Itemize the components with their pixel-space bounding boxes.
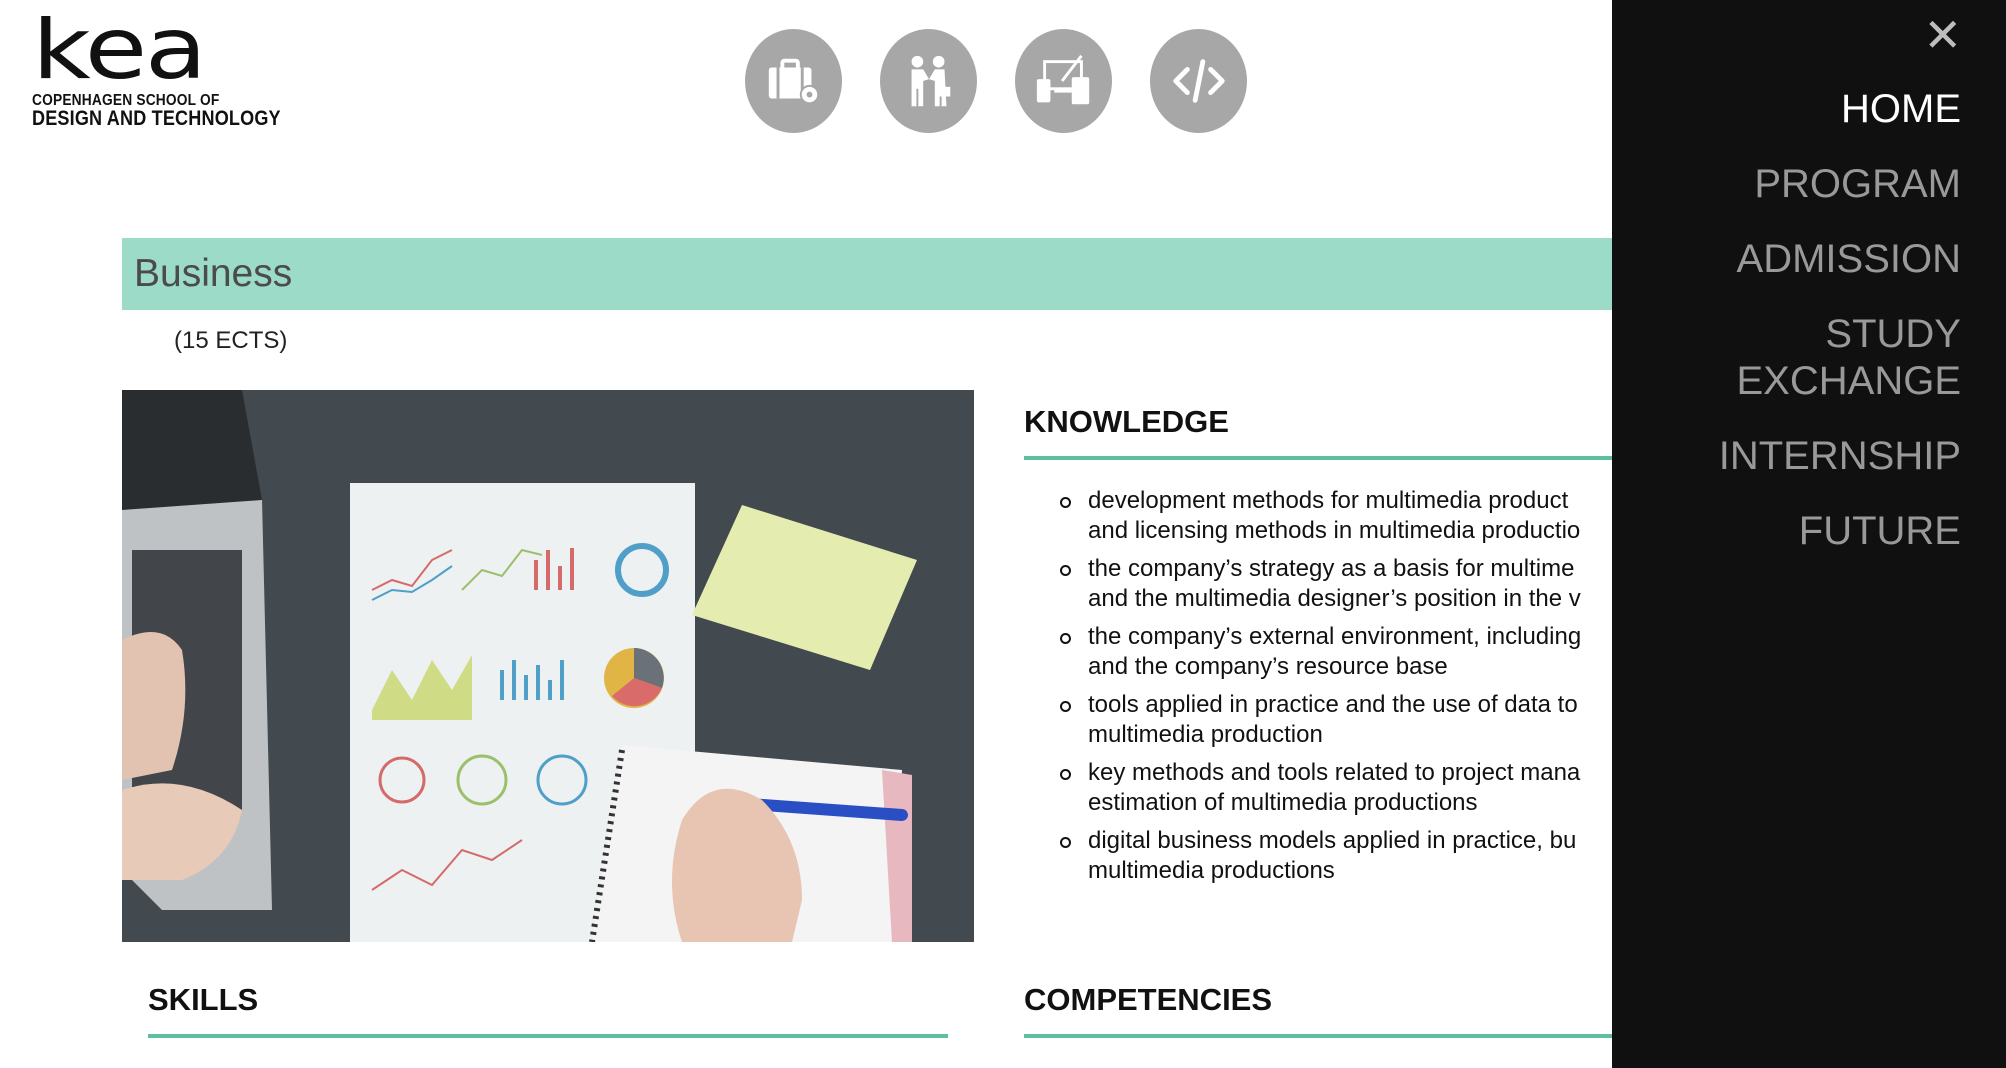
- menu-item-internship[interactable]: INTERNSHIP: [1719, 433, 1961, 480]
- competencies-heading: COMPETENCIES: [1024, 982, 1273, 1017]
- skills-rule: [148, 1034, 948, 1038]
- menu-item-program[interactable]: PROGRAM: [1719, 161, 1961, 208]
- knowledge-rule: [1024, 456, 1624, 460]
- close-icon[interactable]: ✕: [1923, 12, 1962, 58]
- knowledge-item: the company’s external environment, incl…: [1024, 622, 1624, 682]
- page-title: Business: [134, 252, 293, 295]
- competencies-rule: [1024, 1034, 1624, 1038]
- multimedia-devices-icon[interactable]: [1015, 29, 1112, 133]
- knowledge-item: tools applied in practice and the use of…: [1024, 690, 1624, 750]
- menu-item-study-exchange[interactable]: STUDY EXCHANGE: [1719, 311, 1962, 405]
- ects-label: (15 ECTS): [174, 327, 288, 354]
- top-icon-nav: [745, 29, 1247, 133]
- skills-heading: SKILLS: [148, 982, 259, 1017]
- business-briefcase-icon[interactable]: [745, 29, 842, 133]
- code-icon[interactable]: [1150, 29, 1247, 133]
- kea-logo[interactable]: kea COPENHAGEN SCHOOL OF DESIGN AND TECH…: [32, 16, 282, 129]
- side-menu: ✕ HOME PROGRAM ADMISSION STUDY EXCHANGE …: [1612, 0, 2006, 1068]
- menu-item-home[interactable]: HOME: [1719, 86, 1961, 133]
- knowledge-item: development methods for multimedia produ…: [1024, 486, 1624, 546]
- knowledge-item: the company’s strategy as a basis for mu…: [1024, 554, 1624, 614]
- knowledge-heading: KNOWLEDGE: [1024, 404, 1229, 439]
- business-desk-photo: [122, 390, 974, 942]
- knowledge-item: key methods and tools related to project…: [1024, 758, 1624, 818]
- logo-subtitle-line2: DESIGN AND TECHNOLOGY: [32, 107, 281, 130]
- menu-list: HOME PROGRAM ADMISSION STUDY EXCHANGE IN…: [1719, 86, 1961, 555]
- knowledge-item: digital business models applied in pract…: [1024, 826, 1624, 886]
- handshake-icon[interactable]: [880, 29, 977, 133]
- logo-wordmark: kea: [32, 16, 207, 82]
- knowledge-list: development methods for multimedia produ…: [1024, 486, 1624, 894]
- menu-item-future[interactable]: FUTURE: [1719, 508, 1961, 555]
- menu-item-admission[interactable]: ADMISSION: [1719, 236, 1961, 283]
- course-title-band: Business: [122, 238, 1612, 310]
